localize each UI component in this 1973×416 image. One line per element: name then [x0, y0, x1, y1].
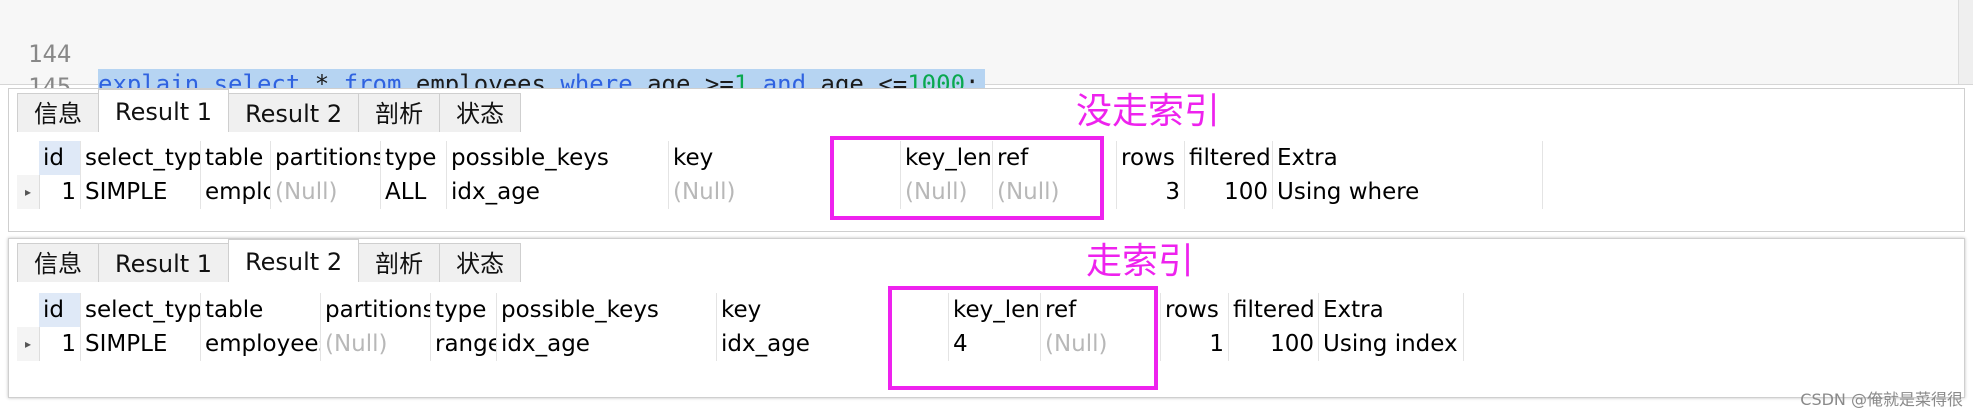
tab-剖析[interactable]: 剖析	[358, 93, 441, 132]
column-header-Extra[interactable]: Extra	[1273, 141, 1543, 175]
cell-id[interactable]: 1	[39, 175, 81, 209]
column-header-type[interactable]: type	[381, 141, 447, 175]
code-line-145[interactable]: 145 explain select * from employees wher…	[0, 42, 1029, 132]
code-line-144[interactable]: 144 explain select * from employees wher…	[0, 9, 986, 99]
column-header-rows[interactable]: rows	[1117, 141, 1185, 175]
cell-possible-keys[interactable]: idx_age	[447, 175, 669, 209]
cell-filtered[interactable]: 100	[1229, 327, 1319, 361]
cell-rows[interactable]: 3	[1117, 175, 1185, 209]
tab-result-2[interactable]: Result 2	[228, 239, 360, 282]
tab-result-1[interactable]: Result 1	[98, 89, 230, 132]
watermark: CSDN @俺就是菜得很	[1800, 390, 1963, 409]
column-header-id[interactable]: id	[39, 141, 81, 175]
annotation-use-index: 走索引	[1086, 241, 1195, 282]
column-header-table[interactable]: table	[201, 141, 271, 175]
result-grid[interactable]: idselect_typetablepartitionstypepossible…	[17, 293, 1597, 383]
tab-信息[interactable]: 信息	[17, 243, 99, 282]
column-header-id[interactable]: id	[39, 293, 81, 327]
column-header-select-type[interactable]: select_type	[81, 141, 201, 175]
row-indicator-icon: ▸	[17, 327, 40, 361]
cell-select-type[interactable]: SIMPLE	[81, 327, 201, 361]
cell-Extra[interactable]: Using where	[1273, 175, 1543, 209]
cell-type[interactable]: ALL	[381, 175, 447, 209]
cell-possible-keys[interactable]: idx_age	[497, 327, 717, 361]
column-header-possible-keys[interactable]: possible_keys	[447, 141, 669, 175]
column-header-partitions[interactable]: partitions	[321, 293, 431, 327]
tab-result-2[interactable]: Result 2	[228, 93, 360, 132]
sql-editor[interactable]: 144 explain select * from employees wher…	[0, 0, 1973, 132]
cell-table[interactable]: employees	[201, 327, 321, 361]
cell-table[interactable]: employ	[201, 175, 271, 209]
row-indicator-icon: ▸	[17, 175, 40, 209]
column-header-Extra[interactable]: Extra	[1319, 293, 1464, 327]
editor-scrollbar[interactable]	[1958, 0, 1973, 84]
tab-信息[interactable]: 信息	[17, 93, 99, 132]
cell-filtered[interactable]: 100	[1185, 175, 1273, 209]
column-header-rows[interactable]: rows	[1161, 293, 1229, 327]
tab-状态[interactable]: 状态	[439, 243, 522, 282]
column-header-possible-keys[interactable]: possible_keys	[497, 293, 717, 327]
column-header-filtered[interactable]: filtered	[1185, 141, 1273, 175]
result-tabs: 信息 Result 1 Result 2 剖析 状态	[17, 239, 522, 283]
tab-result-1[interactable]: Result 1	[98, 243, 230, 282]
key-highlight-box-1	[830, 136, 1104, 220]
result-tabs: 信息 Result 1 Result 2 剖析 状态	[17, 89, 522, 133]
annotation-no-index: 没走索引	[1076, 91, 1221, 132]
cell-partitions[interactable]: (Null)	[321, 327, 431, 361]
cell-Extra[interactable]: Using index con	[1319, 327, 1464, 361]
tab-状态[interactable]: 状态	[439, 93, 522, 132]
column-header-select-type[interactable]: select_type	[81, 293, 201, 327]
column-header-type[interactable]: type	[431, 293, 497, 327]
tab-剖析[interactable]: 剖析	[358, 243, 441, 282]
cell-rows[interactable]: 1	[1161, 327, 1229, 361]
column-header-partitions[interactable]: partitions	[271, 141, 381, 175]
result-grid[interactable]: idselect_typetablepartitionstypepossible…	[17, 141, 1547, 231]
column-header-table[interactable]: table	[201, 293, 321, 327]
column-header-filtered[interactable]: filtered	[1229, 293, 1319, 327]
cell-id[interactable]: 1	[39, 327, 81, 361]
cell-type[interactable]: range	[431, 327, 497, 361]
cell-select-type[interactable]: SIMPLE	[81, 175, 201, 209]
key-highlight-box-2	[888, 286, 1158, 390]
cell-partitions[interactable]: (Null)	[271, 175, 381, 209]
